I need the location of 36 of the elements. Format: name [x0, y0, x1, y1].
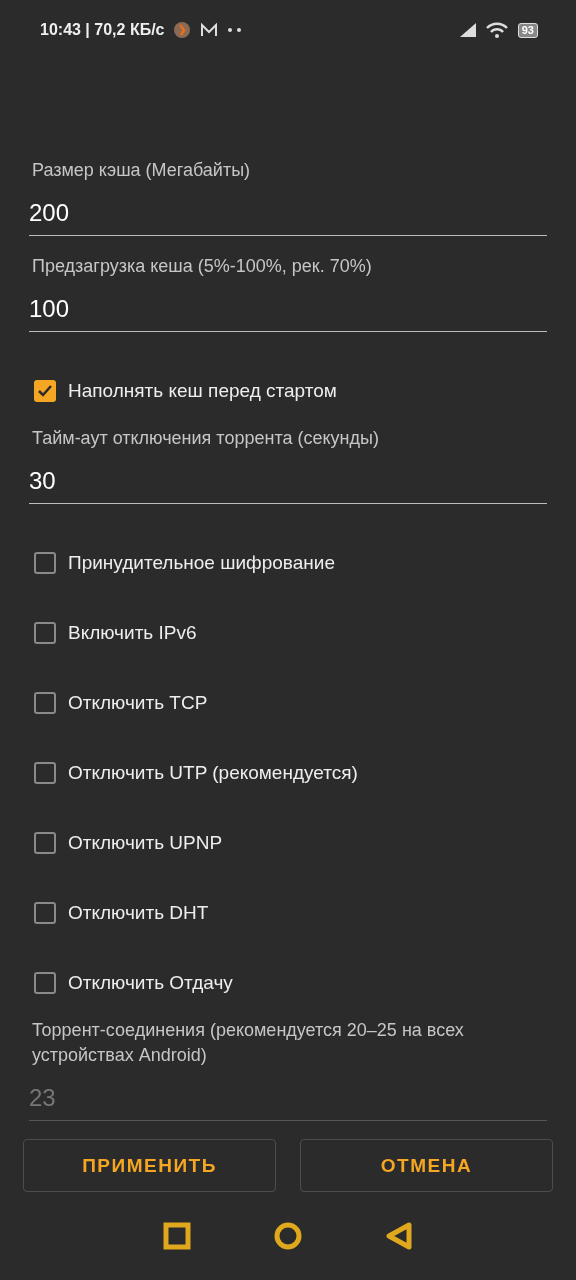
checkbox-label: Принудительное шифрование — [68, 552, 335, 575]
checkbox[interactable] — [34, 552, 56, 575]
check-icon — [37, 384, 53, 399]
checkbox-label: Отключить TCP — [68, 692, 208, 715]
field-label: Тайм-аут отключения торрента (секунды) — [31, 427, 380, 451]
status-time: 10:43 | 70,2 КБ/с — [40, 22, 165, 39]
field-label: Размер кэша (Мегабайты) — [31, 159, 252, 183]
app-icon — [174, 22, 191, 39]
checkbox[interactable] — [34, 762, 56, 785]
input-field[interactable]: 30 — [29, 459, 547, 505]
checkbox[interactable] — [34, 692, 56, 715]
circle-nav-icon[interactable] — [273, 1221, 303, 1252]
checkbox[interactable] — [34, 972, 56, 995]
battery-indicator: 93 — [517, 22, 538, 38]
checkbox-label: Наполнять кеш перед стартом — [68, 380, 337, 403]
back-nav-icon[interactable] — [385, 1221, 413, 1252]
square-nav-icon[interactable] — [163, 1222, 191, 1251]
checkbox[interactable] — [34, 902, 56, 925]
checkbox-label: Отключить UPNP — [68, 832, 223, 855]
more-icon — [228, 28, 243, 33]
field-label: Предзагрузка кеша (5%-100%, рек. 70%) — [31, 255, 373, 279]
checkbox-label: Отключить UTP (рекомендуется) — [68, 762, 358, 785]
checkbox-label: Отключить Отдачу — [68, 972, 233, 995]
apply-button[interactable]: ПРИМЕНИТЬ — [23, 1139, 276, 1193]
field-label: Торрент-соединения (рекомендуется 20–25 на всех устройствах Android) — [31, 1019, 465, 1068]
checkbox-label: Отключить DHT — [68, 902, 209, 925]
cancel-button[interactable]: ОТМЕНА — [300, 1139, 553, 1193]
input-field[interactable]: 100 — [29, 287, 547, 333]
wifi-icon — [485, 22, 508, 39]
signal-icon — [459, 23, 476, 38]
mail-icon — [200, 23, 219, 38]
checkbox-label: Включить IPv6 — [68, 622, 197, 645]
checkbox[interactable] — [34, 380, 56, 403]
checkbox[interactable] — [34, 622, 56, 645]
input-field[interactable]: 200 — [29, 191, 547, 237]
checkbox[interactable] — [34, 832, 56, 855]
